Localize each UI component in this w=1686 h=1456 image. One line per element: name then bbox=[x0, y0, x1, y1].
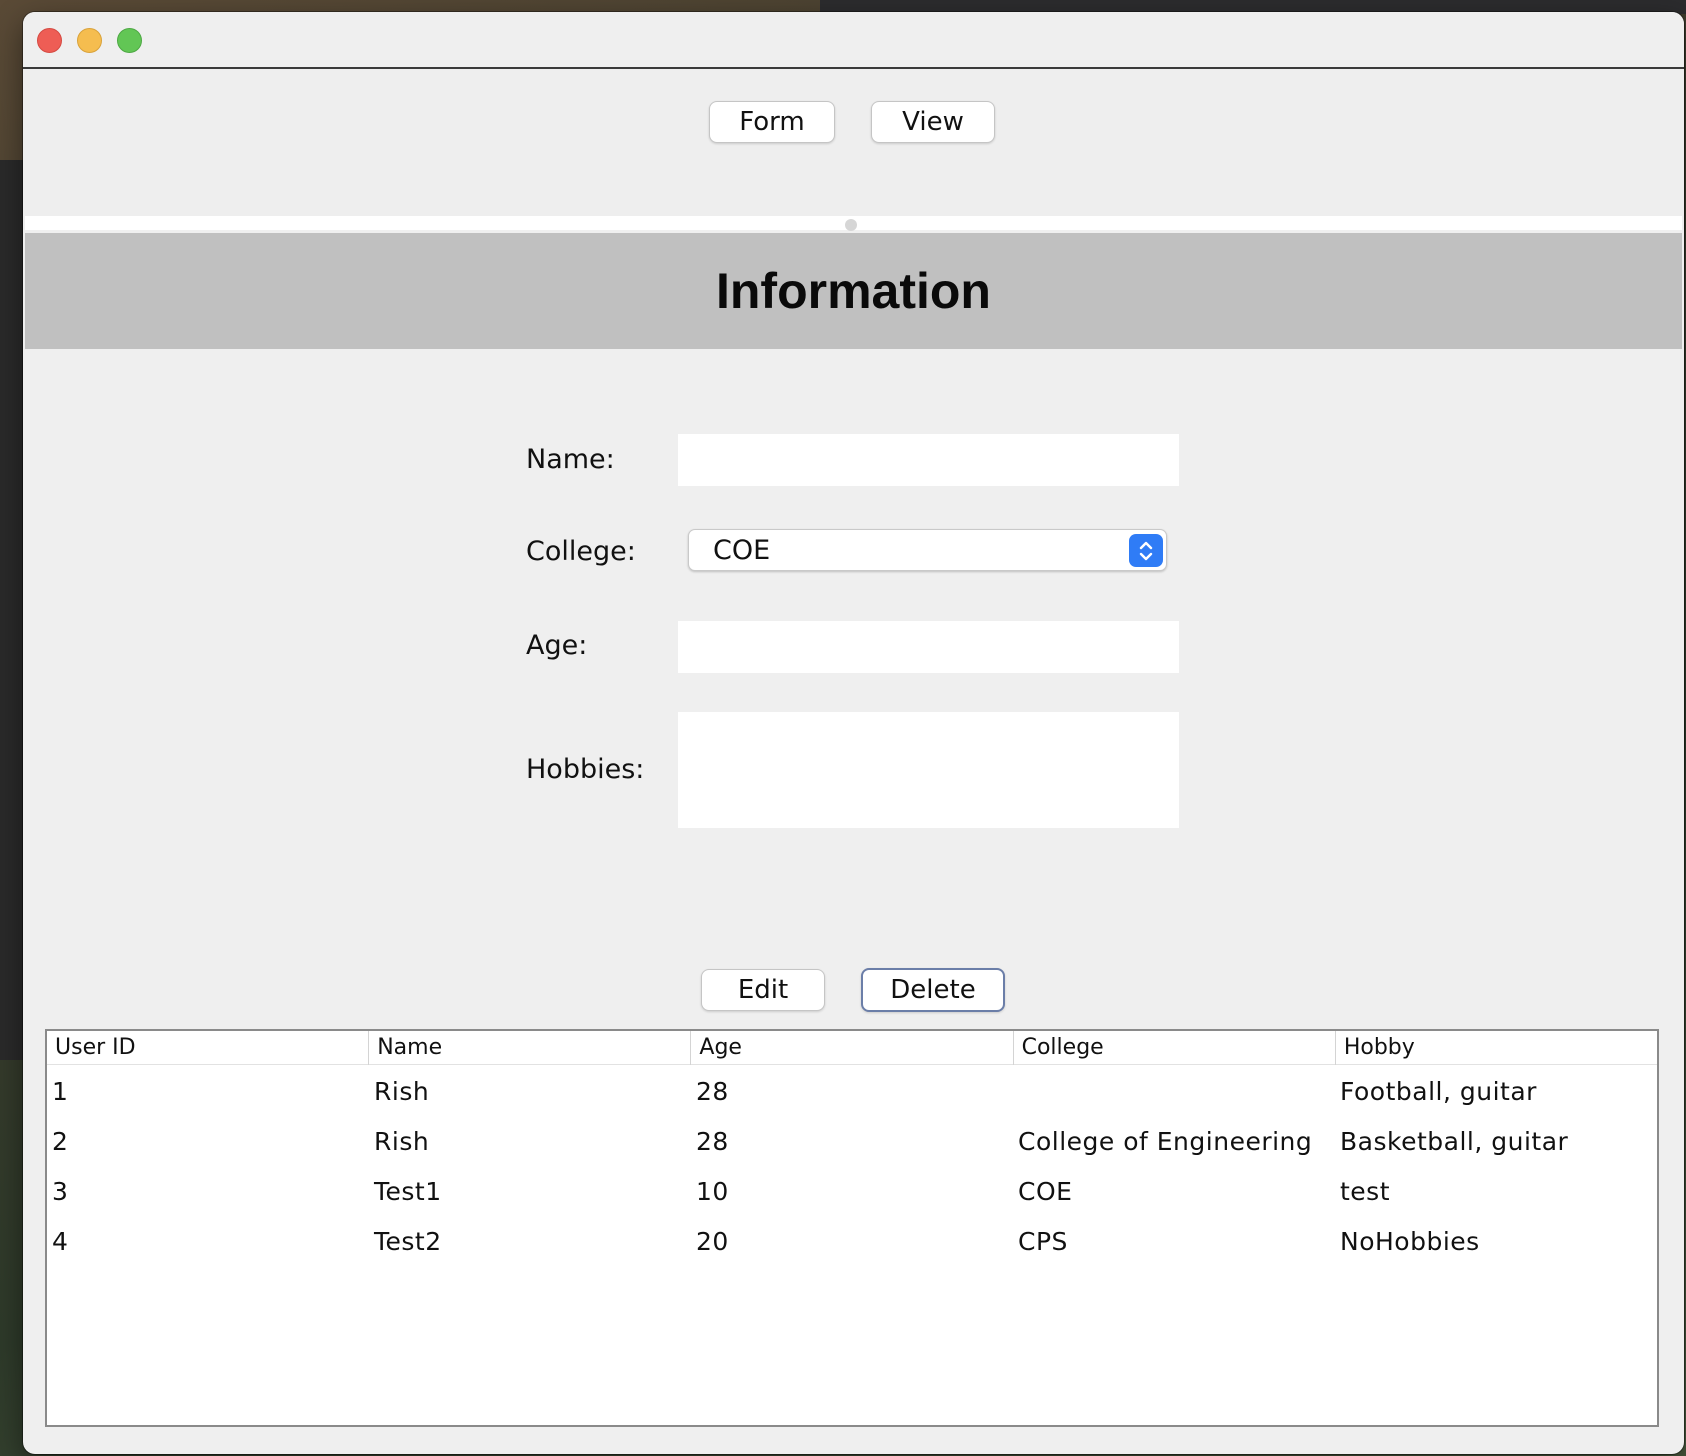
cell-age[interactable]: 10 bbox=[691, 1167, 1013, 1217]
header-banner: Information bbox=[25, 233, 1682, 349]
up-down-chevron-icon[interactable] bbox=[1129, 534, 1163, 567]
cell-hobby[interactable]: test bbox=[1335, 1167, 1657, 1217]
cell-hobby[interactable]: NoHobbies bbox=[1335, 1217, 1657, 1267]
nav-panel: Form View bbox=[23, 69, 1684, 229]
column-header-name[interactable]: Name bbox=[369, 1031, 692, 1065]
delete-button[interactable]: Delete bbox=[861, 968, 1005, 1012]
cell-user-id[interactable]: 1 bbox=[47, 1067, 369, 1117]
column-header-hobby[interactable]: Hobby bbox=[1336, 1031, 1657, 1065]
cell-college[interactable]: College of Engineering bbox=[1013, 1117, 1335, 1167]
hobbies-label: Hobbies: bbox=[526, 754, 645, 785]
cell-name[interactable]: Rish bbox=[369, 1067, 691, 1117]
table-row[interactable]: 1 Rish 28 Football, guitar bbox=[47, 1067, 1657, 1117]
column-header-age[interactable]: Age bbox=[691, 1031, 1014, 1065]
age-field[interactable] bbox=[678, 621, 1179, 673]
maximize-window-button[interactable] bbox=[117, 28, 142, 53]
background-desktop bbox=[0, 160, 24, 1060]
cell-name[interactable]: Test1 bbox=[369, 1167, 691, 1217]
divider-handle-icon[interactable] bbox=[845, 219, 857, 231]
cell-college[interactable]: COE bbox=[1013, 1167, 1335, 1217]
college-label: College: bbox=[526, 536, 636, 567]
column-header-user-id[interactable]: User ID bbox=[47, 1031, 370, 1065]
cell-college[interactable] bbox=[1013, 1067, 1335, 1117]
stepper-arrows-icon bbox=[1139, 541, 1153, 560]
view-button[interactable]: View bbox=[871, 101, 995, 143]
hobbies-textarea[interactable] bbox=[678, 712, 1179, 828]
app-window: Form View Information Name: College: COE… bbox=[23, 12, 1684, 1454]
cell-name[interactable]: Rish bbox=[369, 1117, 691, 1167]
column-header-college[interactable]: College bbox=[1014, 1031, 1336, 1065]
cell-age[interactable]: 28 bbox=[691, 1067, 1013, 1117]
table-row[interactable]: 3 Test1 10 COE test bbox=[47, 1167, 1657, 1217]
cell-hobby[interactable]: Basketball, guitar bbox=[1335, 1117, 1657, 1167]
cell-name[interactable]: Test2 bbox=[369, 1217, 691, 1267]
table-row[interactable]: 4 Test2 20 CPS NoHobbies bbox=[47, 1217, 1657, 1267]
cell-hobby[interactable]: Football, guitar bbox=[1335, 1067, 1657, 1117]
table-header: User ID Name Age College Hobby bbox=[47, 1031, 1657, 1065]
cell-college[interactable]: CPS bbox=[1013, 1217, 1335, 1267]
cell-user-id[interactable]: 3 bbox=[47, 1167, 369, 1217]
college-selected-value: COE bbox=[713, 534, 771, 566]
close-window-button[interactable] bbox=[37, 28, 62, 53]
split-pane-divider[interactable] bbox=[25, 216, 1682, 231]
cell-user-id[interactable]: 4 bbox=[47, 1217, 369, 1267]
cell-user-id[interactable]: 2 bbox=[47, 1117, 369, 1167]
table-row[interactable]: 2 Rish 28 College of Engineering Basketb… bbox=[47, 1117, 1657, 1167]
age-label: Age: bbox=[526, 630, 588, 661]
users-table[interactable]: User ID Name Age College Hobby 1 Rish 28… bbox=[45, 1029, 1659, 1427]
cell-age[interactable]: 28 bbox=[691, 1117, 1013, 1167]
college-select[interactable]: COE bbox=[688, 529, 1167, 571]
minimize-window-button[interactable] bbox=[77, 28, 102, 53]
form-button[interactable]: Form bbox=[709, 101, 835, 143]
page-title: Information bbox=[716, 263, 991, 319]
title-bar[interactable] bbox=[23, 12, 1684, 69]
name-label: Name: bbox=[526, 444, 615, 475]
edit-button[interactable]: Edit bbox=[701, 969, 825, 1011]
name-field[interactable] bbox=[678, 434, 1179, 486]
cell-age[interactable]: 20 bbox=[691, 1217, 1013, 1267]
